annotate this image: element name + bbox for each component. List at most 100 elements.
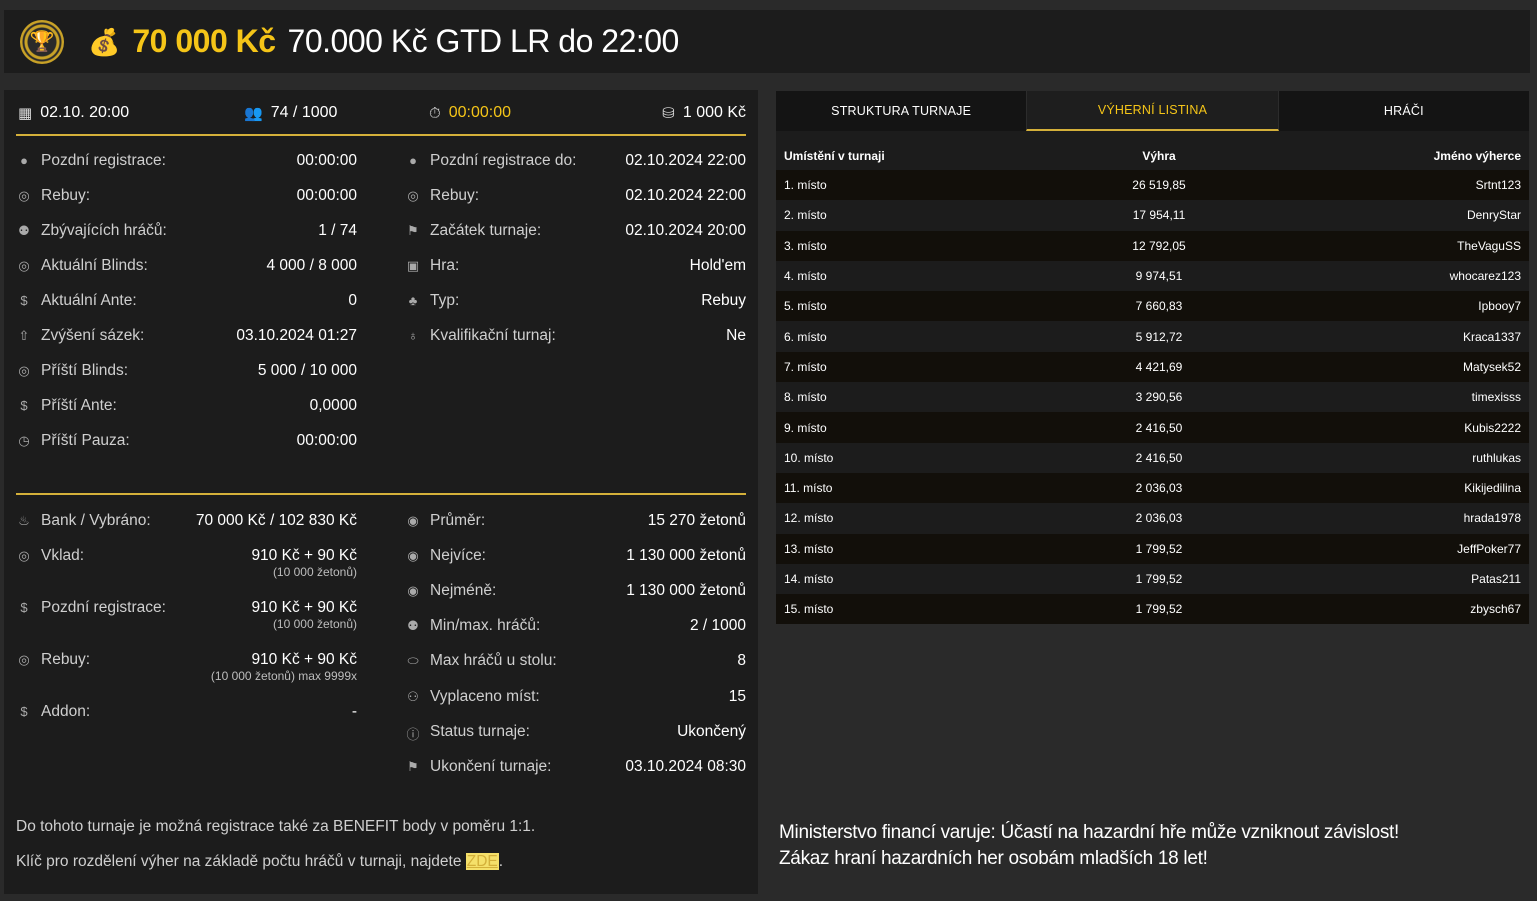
warning-line-1: Ministerstvo financí varuje: Účastí na h… bbox=[779, 822, 1400, 843]
info-icon: ⓘ bbox=[406, 727, 420, 742]
cell-winner: TheVaguSS bbox=[1457, 238, 1521, 253]
calendar-icon: ▦ bbox=[18, 105, 33, 122]
cell-winner: DenryStar bbox=[1466, 208, 1521, 223]
cell-prize: 3 290,56 bbox=[1135, 390, 1183, 405]
user-icon: ● bbox=[20, 153, 28, 168]
users-icon: ⚉ bbox=[407, 618, 419, 633]
info-row: $ Addon: - bbox=[16, 703, 357, 738]
cell-prize: 5 912,72 bbox=[1135, 329, 1183, 344]
cell-winner: zbysch67 bbox=[1470, 602, 1521, 617]
cell-placement: 6. místo bbox=[784, 329, 827, 344]
info-row: ⇧ Zvýšení sázek: 03.10.2024 01:27 bbox=[16, 327, 357, 362]
cell-placement: 9. místo bbox=[784, 420, 827, 435]
table-row: 3. místo 12 792,05 TheVaguSS bbox=[776, 230, 1529, 261]
table-row: 8. místo 3 290,56 timexisss bbox=[776, 382, 1529, 413]
tournament-title: 70.000 Kč GTD LR do 22:00 bbox=[287, 23, 680, 59]
info-row: ⬭ Max hráčů u stolu: 8 bbox=[405, 652, 746, 688]
table-row: 10. místo 2 416,50 ruthlukas bbox=[776, 442, 1529, 473]
right-info-list: ● Pozdní registrace do: 02.10.2024 22:00 ◎… bbox=[405, 152, 746, 362]
table-header: Umístění v turnaji Výhra Jméno výherce bbox=[776, 141, 1529, 170]
cell-winner: Srtnt123 bbox=[1475, 178, 1521, 193]
cell-placement: 14. místo bbox=[784, 572, 834, 586]
table-row: 14. místo 1 799,52 Patas211 bbox=[776, 563, 1529, 595]
cards-icon: ▣ bbox=[406, 258, 420, 273]
user-icon: ● bbox=[409, 153, 417, 168]
cell-prize: 17 954,11 bbox=[1132, 208, 1186, 223]
cell-winner: ruthlukas bbox=[1472, 450, 1521, 465]
chips-icon: ◎ bbox=[18, 548, 30, 563]
info-row: ◎ Rebuy: 00:00:00 bbox=[16, 187, 357, 222]
cell-prize: 9 974,51 bbox=[1135, 269, 1183, 284]
coin-icon: $ bbox=[20, 600, 28, 615]
table-row: 7. místo 4 421,69 Matysek52 bbox=[776, 351, 1529, 383]
info-row: ♣ Typ: Rebuy bbox=[405, 292, 746, 327]
table-row: 11. místo 2 036,03 Kikijedilina bbox=[776, 472, 1529, 504]
bag-icon: ♨ bbox=[18, 513, 30, 528]
money-bag-icon: 💰 bbox=[88, 26, 121, 57]
cell-winner: timexisss bbox=[1471, 390, 1521, 405]
tournament-info-panel: ▦ 02.10. 20:00 👥 74 / 1000 ⏱ 00:00:00 ⛁ … bbox=[4, 90, 758, 894]
start-date-value: 02.10. 20:00 bbox=[40, 104, 130, 121]
cell-winner: JeffPoker77 bbox=[1457, 541, 1521, 556]
info-row: ◎ Aktuální Blinds: 4 000 / 8 000 bbox=[16, 257, 357, 292]
info-row: ⚉ Zbývajících hráčů: 1 / 74 bbox=[16, 222, 357, 257]
cell-winner: Ipbooy7 bbox=[1478, 299, 1521, 314]
coin-icon: $ bbox=[20, 704, 28, 719]
info-row: ⚇ Vyplaceno míst: 15 bbox=[405, 688, 746, 723]
info-row: ⚉ Min/max. hráčů: 2 / 1000 bbox=[405, 617, 746, 652]
info-row: ⚑ Ukončení turnaje: 03.10.2024 08:30 bbox=[405, 758, 746, 793]
cell-placement: 11. místo bbox=[784, 481, 833, 496]
users-icon: ⚉ bbox=[18, 223, 30, 238]
chip-icon: ◉ bbox=[407, 548, 419, 563]
cell-prize: 2 036,03 bbox=[1135, 511, 1183, 526]
results-tabs: STRUKTURA TURNAJE VÝHERNÍ LISTINA HRÁČI bbox=[776, 91, 1529, 131]
cell-placement: 4. místo bbox=[784, 269, 827, 284]
cell-placement: 15. místo bbox=[784, 602, 834, 617]
chips-icon: ◎ bbox=[18, 652, 30, 667]
table-row: 12. místo 2 036,03 hrada1978 bbox=[776, 503, 1529, 534]
cell-prize: 12 792,05 bbox=[1132, 238, 1186, 253]
prize-amount: 70 000 Kč bbox=[132, 23, 276, 59]
gambling-warning: Ministerstvo financí varuje: Účastí na h… bbox=[779, 820, 1399, 872]
chips-icon: ◎ bbox=[18, 188, 30, 203]
tab-structure[interactable]: STRUKTURA TURNAJE bbox=[776, 91, 1026, 131]
info-row: ♁ Kvalifikační turnaj: Ne bbox=[405, 327, 746, 362]
tournament-summary-bar: ▦ 02.10. 20:00 👥 74 / 1000 ⏱ 00:00:00 ⛁ … bbox=[16, 90, 746, 136]
results-panel: STRUKTURA TURNAJE VÝHERNÍ LISTINA HRÁČI … bbox=[776, 91, 1529, 625]
tab-payout-list[interactable]: VÝHERNÍ LISTINA bbox=[1026, 91, 1279, 131]
cell-prize: 1 799,52 bbox=[1135, 541, 1183, 556]
header-winner: Jméno výherce bbox=[1433, 148, 1521, 163]
cell-prize: 2 036,03 bbox=[1135, 481, 1183, 496]
cell-placement: 13. místo bbox=[784, 541, 834, 556]
cell-placement: 7. místo bbox=[784, 359, 827, 374]
benefit-note: Do tohoto turnaje je možná registrace ta… bbox=[16, 818, 536, 835]
warning-line-2: Zákaz hraní hazardních her osobám mladší… bbox=[779, 848, 1208, 869]
left-info-list: ● Pozdní registrace: 00:00:00 ◎ Rebuy: 00:00… bbox=[16, 152, 357, 467]
flag-icon: ⚑ bbox=[407, 223, 419, 238]
cell-prize: 1 799,52 bbox=[1135, 602, 1183, 617]
info-row: ▣ Hra: Hold'em bbox=[406, 257, 746, 274]
payout-key-link[interactable]: ZDE bbox=[465, 853, 499, 870]
info-row: ◉ Nejméně: 1 130 000 žetonů bbox=[405, 582, 746, 617]
chip-icon: ◉ bbox=[407, 583, 419, 598]
cell-prize: 26 519,85 bbox=[1132, 178, 1186, 193]
table-row: 1. místo 26 519,85 Srtnt123 bbox=[776, 170, 1529, 201]
cell-prize: 2 416,50 bbox=[1135, 420, 1183, 435]
payout-key-note: Klíč pro rozdělení výher na základě počt… bbox=[16, 853, 504, 870]
tab-players[interactable]: HRÁČI bbox=[1279, 91, 1529, 131]
cell-winner: whocarez123 bbox=[1449, 269, 1521, 284]
info-row: ◎ Vklad: 910 Kč + 90 Kč (10 000 žetonů) bbox=[16, 547, 357, 599]
table-row: 5. místo 7 660,83 Ipbooy7 bbox=[776, 291, 1529, 322]
chip-icon: ◉ bbox=[407, 513, 419, 528]
info-row: $ Aktuální Ante: 0 bbox=[16, 292, 357, 327]
buyin: ⛁ 1 000 Kč bbox=[662, 104, 746, 122]
table-body: 1. místo 26 519,85 Srtnt123 2. místo 17 954,… bbox=[776, 170, 1529, 625]
table-row: 6. místo 5 912,72 Kraca1337 bbox=[776, 321, 1529, 352]
chips-icon: ◎ bbox=[18, 258, 30, 273]
trophy-icon: 🏆 bbox=[20, 19, 64, 64]
player-count-value: 74 / 1000 bbox=[270, 104, 338, 121]
payout-table: Umístění v turnaji Výhra Jméno výherce 1… bbox=[776, 131, 1529, 625]
cell-placement: 3. místo bbox=[784, 238, 827, 253]
suits-icon: ♣ bbox=[408, 293, 418, 308]
flag-icon: ⚑ bbox=[407, 759, 419, 774]
